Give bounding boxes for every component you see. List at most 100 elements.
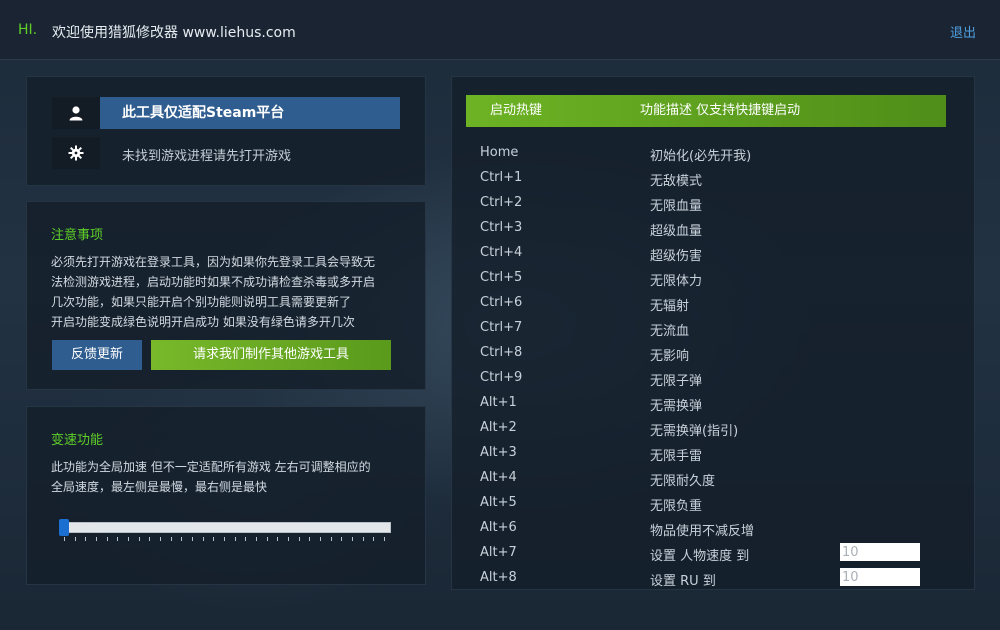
speed-title: 变速功能 [51, 433, 104, 448]
hotkey-row: Alt+6 物品使用不减反增 [480, 520, 940, 545]
platform-label: 此工具仅适配Steam平台 [100, 97, 400, 129]
header-hotkey: 启动热键 [490, 103, 543, 118]
slider-tick [256, 537, 257, 541]
slider-tick [384, 537, 385, 541]
hotkey-key: Ctrl+6 [480, 295, 523, 310]
feedback-update-button[interactable]: 反馈更新 [52, 340, 142, 370]
slider-tick [128, 537, 129, 541]
hotkeys-panel: 启动热键 功能描述 仅支持快捷键启动 Home 初始化(必先开我) Ctrl+1 无敌… [451, 76, 975, 590]
hotkey-key: Ctrl+3 [480, 220, 523, 235]
hotkey-description: 无影响 [650, 349, 690, 364]
hotkey-key: Alt+7 [480, 545, 517, 560]
hotkey-description: 设置 RU 到 [650, 574, 716, 589]
process-status-text: 未找到游戏进程请先打开游戏 [122, 149, 292, 164]
request-tool-button[interactable]: 请求我们制作其他游戏工具 [151, 340, 391, 370]
hotkey-description: 设置 人物速度 到 [650, 549, 750, 564]
speed-text: 此功能为全局加速 但不一定适配所有游戏 左右可调整相应的 全局速度，最左侧是最慢… [51, 457, 411, 497]
hotkey-row: Ctrl+7 无流血 [480, 320, 940, 345]
slider-tick [192, 537, 193, 541]
slider-tick [85, 537, 87, 541]
slider-tick [309, 537, 311, 541]
hotkey-key: Ctrl+4 [480, 245, 523, 260]
speed-slider-track[interactable] [61, 522, 391, 533]
slider-tick [117, 537, 119, 541]
slider-tick [74, 537, 76, 541]
hotkey-key: Alt+1 [480, 395, 517, 410]
notice-line: 法检测游戏进程，启动功能时如果不成功请检查杀毒或多开启 [51, 275, 376, 289]
notice-line: 几次功能，如果只能开启个别功能则说明工具需要更新了 [51, 295, 352, 309]
hotkey-description: 无限血量 [650, 199, 703, 214]
hotkey-key: Alt+2 [480, 420, 517, 435]
hotkey-description: 无限手雷 [650, 449, 703, 464]
slider-tick [213, 537, 215, 541]
hotkey-row: Ctrl+3 超级血量 [480, 220, 940, 245]
slider-tick [181, 537, 183, 541]
speed-slider-ticks [64, 537, 389, 543]
hotkey-row: Ctrl+4 超级伤害 [480, 245, 940, 270]
hotkey-row: Ctrl+6 无辐射 [480, 295, 940, 320]
slider-tick [320, 537, 321, 541]
notice-line: 必须先打开游戏在登录工具，因为如果你先登录工具会导致无 [51, 255, 376, 269]
hotkey-value-input[interactable] [840, 543, 920, 561]
hotkey-key: Alt+4 [480, 470, 517, 485]
notice-line: 开启功能变成绿色说明开启成功 如果没有绿色请多开几次 [51, 315, 355, 329]
slider-tick [352, 537, 353, 541]
speed-slider-thumb[interactable] [59, 519, 69, 536]
hotkey-key: Ctrl+9 [480, 370, 523, 385]
slider-tick [330, 537, 332, 541]
title-bar: HI. 欢迎使用猎狐修改器 www.liehus.com 退出 [0, 0, 1000, 60]
hotkey-key: Alt+3 [480, 445, 517, 460]
notice-panel: 注意事项 必须先打开游戏在登录工具，因为如果你先登录工具会导致无 法检测游戏进程… [26, 201, 426, 390]
slider-tick [288, 537, 289, 541]
hotkey-description: 无需换弹(指引) [650, 424, 739, 439]
hotkey-description: 无敌模式 [650, 174, 703, 189]
hotkey-value-input[interactable] [840, 568, 920, 586]
slider-tick [224, 537, 225, 541]
slider-tick [149, 537, 151, 541]
header-description: 功能描述 仅支持快捷键启动 [640, 103, 801, 118]
slider-tick [234, 537, 236, 541]
slider-tick [160, 537, 161, 541]
hotkey-key: Alt+8 [480, 570, 517, 585]
welcome-text: 欢迎使用猎狐修改器 www.liehus.com [52, 25, 296, 41]
slider-tick [138, 537, 140, 541]
slider-tick [341, 537, 343, 541]
slider-tick [277, 537, 279, 541]
slider-tick [298, 537, 300, 541]
hotkey-row: Home 初始化(必先开我) [480, 145, 940, 170]
hotkey-description: 无限子弹 [650, 374, 703, 389]
speed-line: 此功能为全局加速 但不一定适配所有游戏 左右可调整相应的 [51, 460, 371, 474]
hotkey-description: 无辐射 [650, 299, 690, 314]
hotkey-row: Ctrl+5 无限体力 [480, 270, 940, 295]
hotkey-key: Ctrl+2 [480, 195, 523, 210]
hotkey-key: Home [480, 145, 519, 160]
hotkey-description: 初始化(必先开我) [650, 149, 752, 164]
notice-text: 必须先打开游戏在登录工具，因为如果你先登录工具会导致无 法检测游戏进程，启动功能… [51, 252, 411, 332]
hotkey-row: Alt+7 设置 人物速度 到 [480, 543, 940, 570]
hotkey-row: Alt+5 无限负重 [480, 495, 940, 520]
slider-tick [202, 537, 204, 541]
logout-link[interactable]: 退出 [950, 22, 976, 41]
hotkey-description: 物品使用不减反增 [650, 524, 755, 539]
greeting: HI. [18, 22, 38, 38]
hotkey-row: Ctrl+1 无敌模式 [480, 170, 940, 195]
hotkey-description: 无限耐久度 [650, 474, 716, 489]
user-icon [69, 106, 83, 121]
hotkey-row: Ctrl+9 无限子弹 [480, 370, 940, 395]
hotkey-row: Alt+8 设置 RU 到 [480, 568, 940, 595]
hotkeys-header: 启动热键 功能描述 仅支持快捷键启动 [466, 95, 946, 127]
slider-tick [362, 537, 364, 541]
hotkey-description: 超级伤害 [650, 249, 703, 264]
hotkey-description: 无流血 [650, 324, 690, 339]
hotkey-key: Ctrl+7 [480, 320, 523, 335]
hotkey-row: Ctrl+8 无影响 [480, 345, 940, 370]
slider-tick [106, 537, 108, 541]
slider-tick [64, 537, 65, 541]
hotkey-key: Ctrl+8 [480, 345, 523, 360]
hotkey-key: Alt+5 [480, 495, 517, 510]
hotkey-description: 超级血量 [650, 224, 703, 239]
speed-panel: 变速功能 此功能为全局加速 但不一定适配所有游戏 左右可调整相应的 全局速度，最… [26, 406, 426, 585]
hotkey-description: 无需换弹 [650, 399, 703, 414]
hotkey-row: Ctrl+2 无限血量 [480, 195, 940, 220]
slider-tick [96, 537, 97, 541]
